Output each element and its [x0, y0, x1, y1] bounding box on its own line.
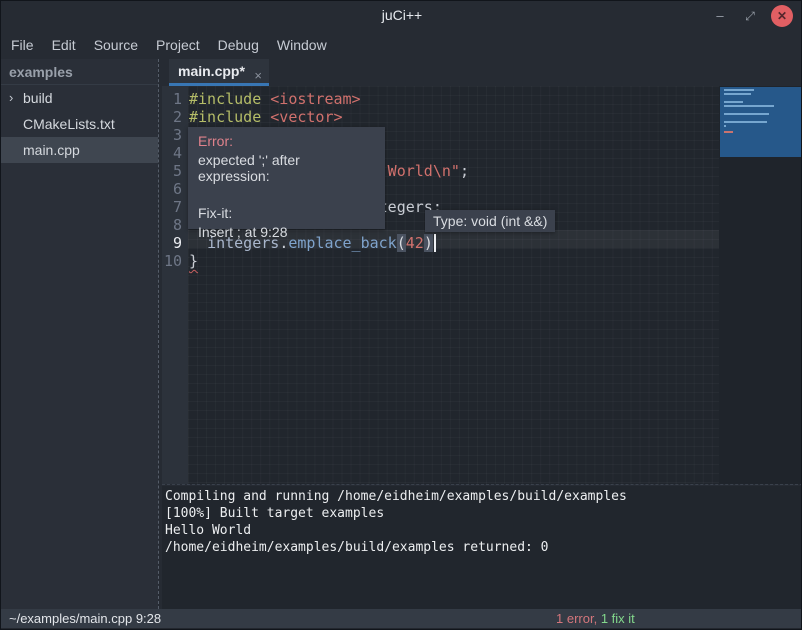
- status-diagnostics: 1 error, 1 fix it: [556, 609, 635, 628]
- menu-item-project[interactable]: Project: [153, 35, 203, 55]
- build-output-terminal[interactable]: Compiling and running /home/eidheim/exam…: [162, 486, 802, 609]
- tree-item-label: main.cpp: [23, 137, 80, 163]
- error-tooltip-message: expected ';' after expression:: [198, 152, 375, 184]
- code-line-10: }: [188, 252, 469, 270]
- project-name: examples: [1, 59, 158, 85]
- minimap[interactable]: [720, 87, 802, 157]
- tab-bar: main.cpp* ×: [162, 59, 802, 86]
- error-count: 1 error,: [556, 611, 597, 626]
- file-tree-panel: examples › buildCMakeLists.txtmain.cpp: [1, 59, 158, 609]
- minimize-button[interactable]: –: [709, 5, 731, 27]
- tree-item-cmakelists-txt[interactable]: CMakeLists.txt: [1, 111, 158, 137]
- tab-close-icon[interactable]: ×: [254, 64, 262, 88]
- menu-item-window[interactable]: Window: [274, 35, 330, 55]
- menu-item-source[interactable]: Source: [91, 35, 141, 55]
- status-file-location: ~/examples/main.cpp 9:28: [9, 609, 161, 628]
- tree-item-label: build: [23, 85, 53, 111]
- error-tooltip: Error: expected ';' after expression: Fi…: [188, 127, 385, 229]
- fixit-label: Fix-it:: [198, 205, 375, 221]
- window-title: juCi++: [1, 7, 802, 23]
- code-line-1: #include <iostream>: [188, 90, 469, 108]
- menu-item-edit[interactable]: Edit: [49, 35, 79, 55]
- type-tooltip: Type: void (int &&): [425, 210, 555, 232]
- minimap-column: [719, 86, 802, 484]
- status-bar: ~/examples/main.cpp 9:28 1 error, 1 fix …: [1, 609, 802, 628]
- juci-window: juCi++ – ⤢ ✕ File Edit Source Project Debug W…: [0, 0, 802, 630]
- menu-item-debug[interactable]: Debug: [215, 35, 262, 55]
- tree-item-build[interactable]: › build: [1, 85, 158, 111]
- maximize-button[interactable]: ⤢: [739, 5, 761, 27]
- menu-item-file[interactable]: File: [8, 35, 37, 55]
- fixit-count: 1 fix it: [601, 611, 635, 626]
- tree-item-label: CMakeLists.txt: [23, 111, 115, 137]
- text-cursor: [434, 234, 436, 252]
- error-tooltip-title: Error:: [198, 133, 375, 149]
- tab-main-cpp[interactable]: main.cpp* ×: [169, 59, 269, 86]
- tree-item-main-cpp[interactable]: main.cpp: [1, 137, 158, 163]
- line-number-gutter: 12345678910: [162, 86, 188, 484]
- chevron-right-icon[interactable]: ›: [9, 85, 13, 111]
- minimap-error-mark: [724, 131, 733, 133]
- tab-label: main.cpp*: [178, 63, 245, 79]
- code-line-2: #include <vector>: [188, 108, 469, 126]
- fixit-action: Insert ; at 9:28: [198, 224, 375, 240]
- close-button[interactable]: ✕: [771, 5, 793, 27]
- title-bar[interactable]: juCi++ – ⤢ ✕: [1, 1, 802, 31]
- menu-bar: File Edit Source Project Debug Window: [1, 31, 802, 59]
